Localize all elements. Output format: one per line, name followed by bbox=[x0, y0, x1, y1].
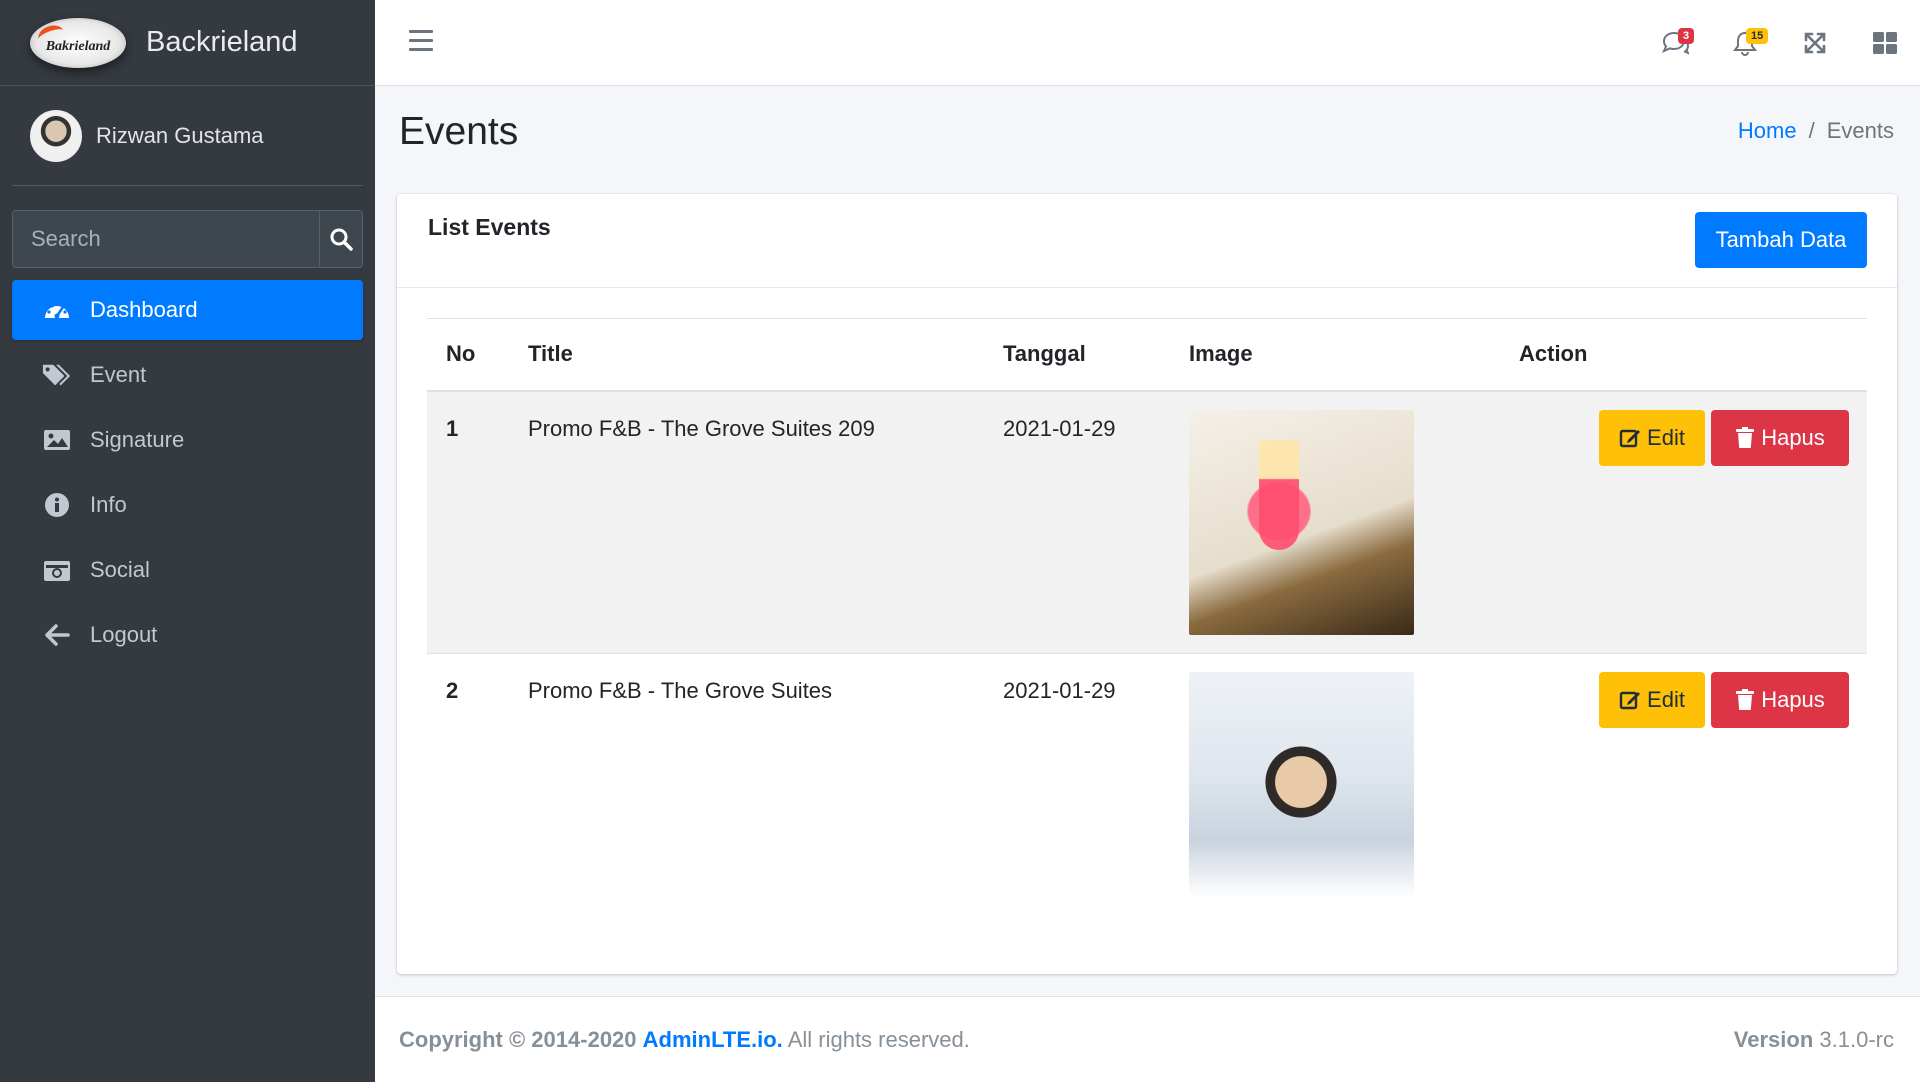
sidebar-item-label: Logout bbox=[90, 622, 158, 647]
sidebar-item-label: Info bbox=[90, 492, 127, 517]
table-row: 1 Promo F&B - The Grove Suites 209 2021-… bbox=[427, 390, 1867, 653]
column-header-image[interactable]: Image bbox=[1170, 318, 1500, 392]
breadcrumb: Home / Events bbox=[1738, 118, 1894, 144]
breadcrumb-separator: / bbox=[1808, 118, 1815, 143]
cell-title: Promo F&B - The Grove Suites bbox=[509, 652, 984, 915]
edit-label: Edit bbox=[1647, 686, 1685, 712]
sidebar-search bbox=[12, 210, 363, 268]
edit-icon bbox=[1619, 691, 1641, 709]
card-header: List Events Tambah Data bbox=[397, 194, 1897, 288]
sidebar-item-signature[interactable]: Signature bbox=[12, 410, 363, 470]
camera-icon bbox=[42, 555, 72, 585]
cell-action: Edit Hapus bbox=[1500, 390, 1867, 653]
page-title: Events bbox=[399, 110, 519, 153]
search-input[interactable] bbox=[13, 211, 319, 267]
sidebar-item-label: Event bbox=[90, 362, 147, 387]
search-icon bbox=[330, 228, 353, 251]
cell-image bbox=[1170, 390, 1500, 653]
column-header-title[interactable]: Title bbox=[509, 318, 984, 392]
sidebar-nav: Dashboard Event Signature Info Social Lo… bbox=[0, 280, 375, 665]
sidebar-item-logout[interactable]: Logout bbox=[12, 605, 363, 665]
sidebar-item-label: Dashboard bbox=[90, 297, 198, 322]
column-header-tanggal[interactable]: Tanggal bbox=[984, 318, 1170, 392]
avatar[interactable] bbox=[30, 109, 82, 162]
rights-text: All rights reserved. bbox=[787, 1027, 970, 1052]
th-large-icon bbox=[1873, 32, 1897, 54]
main-footer: Copyright © 2014-2020 AdminLTE.io. All r… bbox=[375, 996, 1920, 1082]
cell-no: 1 bbox=[427, 390, 509, 653]
cell-title: Promo F&B - The Grove Suites 209 bbox=[509, 390, 984, 653]
brand-name: Backrieland bbox=[146, 26, 298, 58]
adminlte-link[interactable]: AdminLTE.io. bbox=[643, 1027, 783, 1052]
brand-logo: Bakrieland bbox=[30, 17, 126, 68]
messages-button[interactable]: 3 bbox=[1640, 0, 1710, 86]
table-header-row: No Title Tanggal Image Action bbox=[427, 318, 1867, 392]
user-panel: Rizwan Gustama bbox=[12, 86, 363, 186]
sidebar-item-label: Signature bbox=[90, 427, 185, 452]
column-header-no[interactable]: No bbox=[427, 318, 509, 392]
expand-arrows-icon bbox=[1804, 32, 1826, 54]
copyright-text: Copyright © 2014-2020 bbox=[399, 1027, 637, 1052]
delete-button[interactable]: Hapus bbox=[1711, 409, 1849, 466]
navbar-right: 3 15 bbox=[1640, 0, 1920, 86]
sidebar-item-event[interactable]: Event bbox=[12, 345, 363, 405]
image-icon bbox=[42, 425, 72, 455]
edit-button[interactable]: Edit bbox=[1599, 409, 1705, 466]
edit-icon bbox=[1619, 429, 1641, 447]
cell-tanggal: 2021-01-29 bbox=[984, 390, 1170, 653]
sidebar-item-dashboard[interactable]: Dashboard bbox=[12, 280, 363, 340]
trash-icon bbox=[1736, 426, 1755, 448]
sidebar-item-label: Social bbox=[90, 557, 150, 582]
control-sidebar-button[interactable] bbox=[1850, 0, 1920, 86]
cell-action: Edit Hapus bbox=[1500, 652, 1867, 915]
user-name[interactable]: Rizwan Gustama bbox=[96, 123, 264, 149]
table-row: 2 Promo F&B - The Grove Suites 2021-01-2… bbox=[427, 652, 1867, 915]
tags-icon bbox=[42, 360, 72, 390]
breadcrumb-current: Events bbox=[1826, 118, 1894, 143]
tachometer-icon bbox=[42, 295, 72, 325]
breadcrumb-home-link[interactable]: Home bbox=[1738, 118, 1797, 144]
info-circle-icon bbox=[42, 490, 72, 520]
fullscreen-button[interactable] bbox=[1780, 0, 1850, 86]
cell-no: 2 bbox=[427, 652, 509, 915]
version-number: 3.1.0-rc bbox=[1819, 1027, 1894, 1052]
footer-copyright: Copyright © 2014-2020 AdminLTE.io. All r… bbox=[399, 1027, 970, 1053]
events-card: List Events Tambah Data No Title Tanggal… bbox=[397, 194, 1897, 974]
brand-link[interactable]: Bakrieland Backrieland bbox=[0, 0, 375, 86]
trash-icon bbox=[1736, 688, 1755, 710]
edit-button[interactable]: Edit bbox=[1599, 671, 1705, 728]
messages-badge: 3 bbox=[1678, 28, 1695, 44]
notifications-button[interactable]: 15 bbox=[1710, 0, 1780, 86]
column-header-action[interactable]: Action bbox=[1500, 318, 1867, 392]
menu-toggle-icon[interactable] bbox=[409, 30, 433, 52]
sidebar-item-info[interactable]: Info bbox=[12, 475, 363, 535]
delete-button[interactable]: Hapus bbox=[1711, 671, 1849, 728]
top-navbar: 3 15 bbox=[375, 0, 1920, 86]
cell-tanggal: 2021-01-29 bbox=[984, 652, 1170, 915]
footer-version: Version 3.1.0-rc bbox=[1734, 1027, 1894, 1053]
edit-label: Edit bbox=[1647, 424, 1685, 450]
event-image-thumbnail[interactable] bbox=[1189, 409, 1414, 635]
add-data-button[interactable]: Tambah Data bbox=[1695, 212, 1867, 268]
cell-image bbox=[1170, 652, 1500, 915]
events-table: No Title Tanggal Image Action 1 Promo F&… bbox=[427, 318, 1867, 915]
arrow-left-icon bbox=[42, 620, 72, 650]
delete-label: Hapus bbox=[1761, 686, 1825, 712]
sidebar-item-social[interactable]: Social bbox=[12, 540, 363, 600]
main-sidebar: Bakrieland Backrieland Rizwan Gustama Da… bbox=[0, 0, 375, 1082]
notifications-badge: 15 bbox=[1746, 28, 1769, 44]
version-label: Version bbox=[1733, 1027, 1814, 1052]
card-title: List Events bbox=[428, 214, 551, 240]
delete-label: Hapus bbox=[1761, 424, 1825, 450]
event-image-thumbnail[interactable] bbox=[1189, 671, 1414, 897]
search-button[interactable] bbox=[319, 211, 362, 267]
